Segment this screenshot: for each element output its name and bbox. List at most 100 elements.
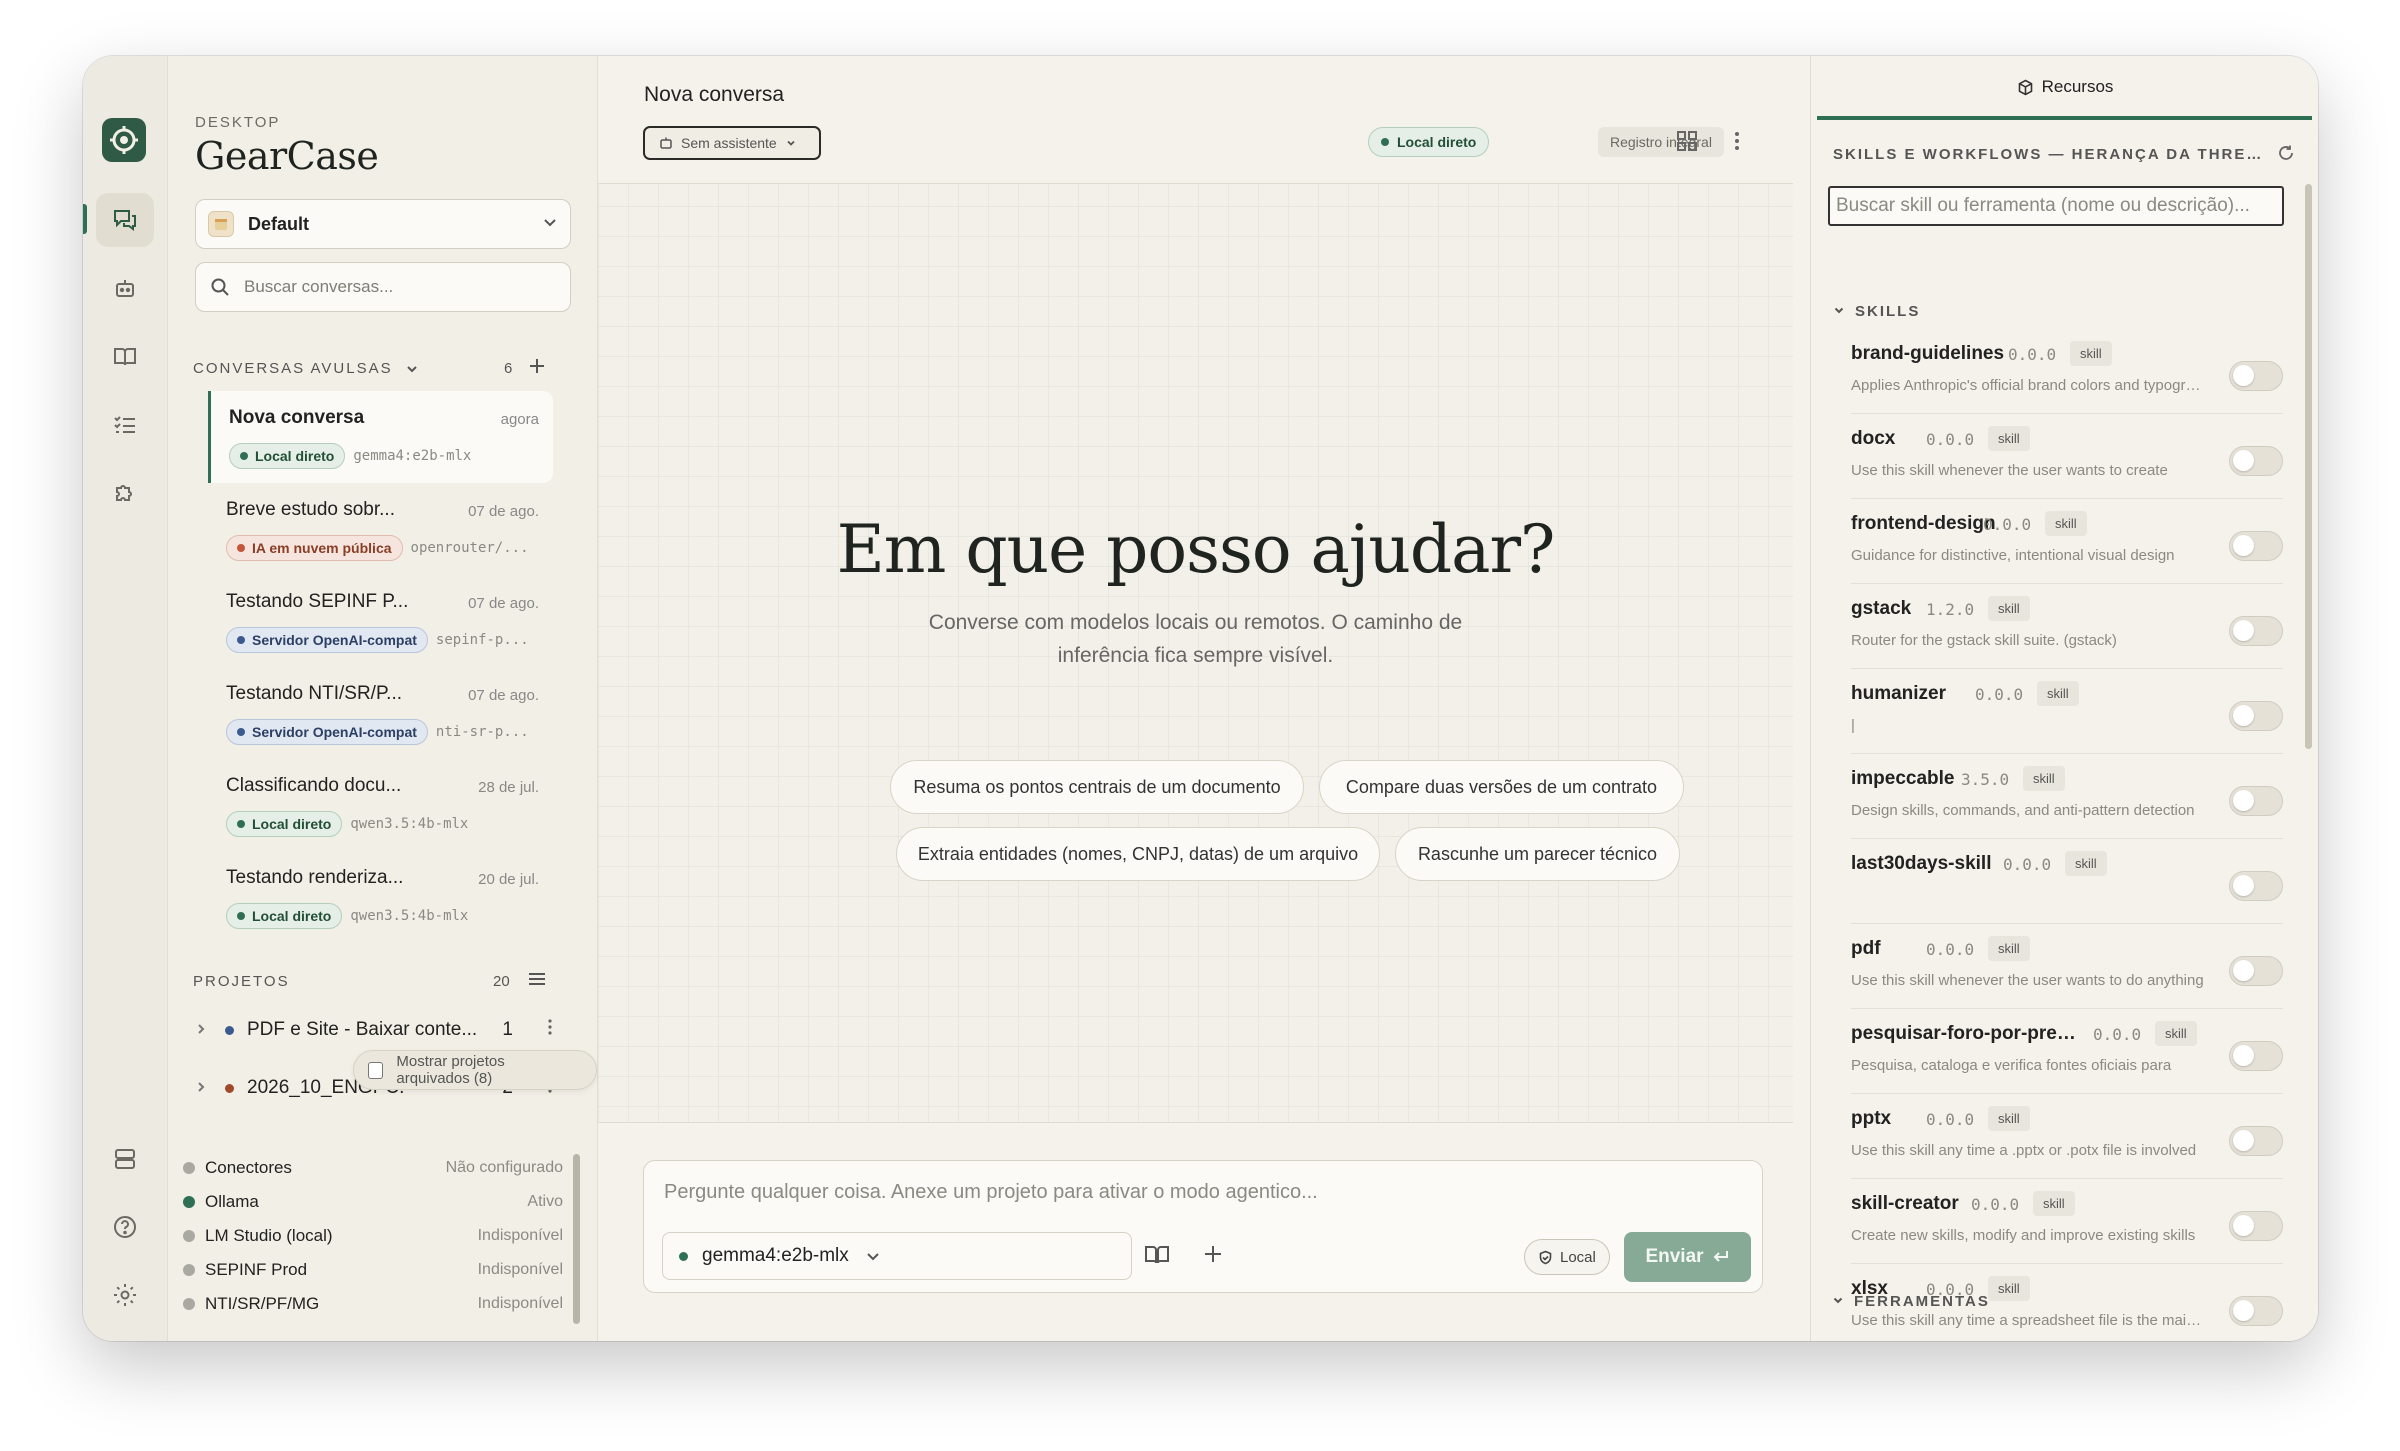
provider-row[interactable]: NTI/SR/PF/MG Indisponível <box>183 1287 563 1321</box>
provider-row[interactable]: LM Studio (local) Indisponível <box>183 1219 563 1253</box>
refresh-button[interactable] <box>2277 144 2295 167</box>
workspace-select[interactable]: Default <box>195 199 571 249</box>
skill-toggle[interactable] <box>2229 531 2283 561</box>
model-select-label: gemma4:e2b-mlx <box>702 1245 849 1266</box>
projects-list-button[interactable] <box>527 969 547 994</box>
skill-row[interactable]: gstack 1.2.0 skill Router for the gstack sk… <box>1851 584 2283 669</box>
inference-badge-label: IA em nuvem pública <box>252 540 392 556</box>
assistant-select[interactable]: Sem assistente <box>643 126 821 160</box>
skill-name: humanizer <box>1851 683 1947 704</box>
chat-nav-button[interactable] <box>96 193 154 247</box>
skill-row[interactable]: humanizer 0.0.0 skill | <box>1851 669 2283 754</box>
conversations-heading[interactable]: CONVERSAS AVULSAS <box>193 360 419 377</box>
more-vertical-icon[interactable] <box>1734 130 1740 157</box>
skill-row[interactable]: impeccable 3.5.0 skill Design skills, comma… <box>1851 754 2283 839</box>
settings-nav-button[interactable] <box>96 1268 154 1322</box>
skill-row[interactable]: docx 0.0.0 skill Use this skill whenever th… <box>1851 414 2283 499</box>
skill-toggle[interactable] <box>2229 1041 2283 1071</box>
plugins-nav-button[interactable] <box>96 466 154 520</box>
hero-subtitle: Converse com modelos locais ou remotos. … <box>598 606 1793 672</box>
conversation-item[interactable]: Testando SEPINF P... 07 de ago. Servidor O… <box>208 575 553 667</box>
skill-tag: skill <box>2023 766 2065 791</box>
show-archived-toggle[interactable]: Mostrar projetos arquivados (8) <box>353 1050 597 1090</box>
tasks-nav-button[interactable] <box>96 398 154 452</box>
chevron-down-icon <box>1832 1294 1844 1309</box>
skill-row[interactable]: skill-creator 0.0.0 skill Create new skills… <box>1851 1179 2283 1264</box>
suggestion-chip[interactable]: Rascunhe um parecer técnico <box>1395 827 1680 881</box>
provider-row[interactable]: SEPINF Prod Indisponível <box>183 1253 563 1287</box>
provider-row[interactable]: Conectores Não configurado <box>183 1151 563 1185</box>
provider-row[interactable]: Ollama Ativo <box>183 1185 563 1219</box>
skill-toggle[interactable] <box>2229 1211 2283 1241</box>
skill-toggle[interactable] <box>2229 1296 2283 1326</box>
skill-row[interactable]: pdf 0.0.0 skill Use this skill whenever the… <box>1851 924 2283 1009</box>
skill-toggle[interactable] <box>2229 361 2283 391</box>
skill-toggle[interactable] <box>2229 701 2283 731</box>
skill-name: pptx <box>1851 1108 1892 1129</box>
skill-version: 0.0.0 <box>1926 430 1975 449</box>
show-archived-label: Mostrar projetos arquivados (8) <box>396 1053 505 1087</box>
library-nav-button[interactable] <box>96 330 154 384</box>
skill-row[interactable]: pptx 0.0.0 skill Use this skill any time a … <box>1851 1094 2283 1179</box>
skill-toggle[interactable] <box>2229 871 2283 901</box>
projects-count: 20 <box>493 973 510 990</box>
conversation-item[interactable]: Nova conversa agora Local direto gemma4:e2b… <box>208 391 553 483</box>
skill-search-input[interactable]: Buscar skill ou ferramenta (nome ou desc… <box>1828 186 2284 226</box>
grid-view-icon[interactable] <box>1676 130 1698 157</box>
registry-badge[interactable]: Registro integral <box>1598 127 1724 157</box>
tab-resources[interactable]: Recursos <box>1811 56 2318 118</box>
chevron-down-icon <box>787 140 795 146</box>
new-conversation-button[interactable] <box>527 356 547 381</box>
skill-row[interactable]: last30days-skill 0.0.0 skill <box>1851 839 2283 924</box>
skill-row[interactable]: pesquisar-foro-por-prerr... 0.0.0 skill Pes… <box>1851 1009 2283 1094</box>
skill-tag: skill <box>1988 936 2030 961</box>
conversation-item[interactable]: Testando NTI/SR/P... 07 de ago. Servidor O… <box>208 667 553 759</box>
provider-list: Conectores Não configurado Ollama Ativo LM S… <box>183 1151 563 1321</box>
conversation-item-meta: Local direto gemma4:e2b-mlx <box>229 443 539 469</box>
skill-toggle[interactable] <box>2229 616 2283 646</box>
resources-scrollbar[interactable] <box>2305 184 2312 749</box>
conversation-search-input[interactable]: Buscar conversas... <box>195 262 571 312</box>
model-select[interactable]: gemma4:e2b-mlx <box>662 1232 1132 1280</box>
conversation-item-time: 07 de ago. <box>468 687 539 704</box>
database-icon <box>115 1149 135 1169</box>
hero-subtitle-line-2: inferência fica sempre visível. <box>1057 644 1334 667</box>
robot-icon <box>660 137 672 149</box>
skill-row[interactable]: frontend-design 0.0.0 skill Guidance for di… <box>1851 499 2283 584</box>
skill-row[interactable]: brand-guidelines 0.0.0 skill Applies Anthro… <box>1851 329 2283 414</box>
skill-toggle[interactable] <box>2229 786 2283 816</box>
conversation-item-time: 28 de jul. <box>478 779 539 796</box>
send-button[interactable]: Enviar <box>1624 1232 1751 1282</box>
conversation-item[interactable]: Classificando docu... 28 de jul. Local dir… <box>208 759 553 851</box>
app-logo-icon <box>102 118 146 162</box>
skill-version: 0.0.0 <box>1926 1110 1975 1129</box>
conversation-item[interactable]: Breve estudo sobr... 07 de ago. IA em nuve… <box>208 483 553 575</box>
hero-title: Em que posso ajudar? <box>836 511 1556 588</box>
skill-toggle[interactable] <box>2229 956 2283 986</box>
checkbox[interactable] <box>368 1061 384 1079</box>
tools-section-header[interactable]: FERRAMENTAS <box>1832 1293 1990 1310</box>
provider-status: Não configurado <box>445 1159 563 1176</box>
provider-status: Indisponível <box>477 1295 563 1312</box>
skill-toggle[interactable] <box>2229 1126 2283 1156</box>
conversation-item-meta: IA em nuvem pública openrouter/... <box>226 535 539 561</box>
chevron-right-icon <box>195 1080 217 1096</box>
skills-section-header[interactable]: SKILLS <box>1833 303 1920 320</box>
provider-scrollbar[interactable] <box>573 1154 580 1324</box>
attach-library-button[interactable] <box>1144 1243 1170 1272</box>
conversation-item[interactable]: Testando renderiza... 20 de jul. Local dir… <box>208 851 553 943</box>
project-row[interactable]: PDF e Site - Baixar conte... 1 <box>195 1010 575 1050</box>
storage-nav-button[interactable] <box>96 1132 154 1186</box>
app-kicker: DESKTOP <box>195 114 281 131</box>
message-input[interactable]: Pergunte qualquer coisa. Anexe um projet… <box>664 1181 1318 1204</box>
suggestion-chip[interactable]: Compare duas versões de um contrato <box>1319 760 1684 814</box>
skill-toggle[interactable] <box>2229 446 2283 476</box>
agents-nav-button[interactable] <box>96 262 154 316</box>
more-vertical-icon[interactable] <box>547 1018 553 1042</box>
local-mode-pill[interactable]: Local <box>1524 1239 1610 1275</box>
add-attachment-button[interactable] <box>1202 1243 1224 1270</box>
suggestion-chip[interactable]: Extraia entidades (nomes, CNPJ, datas) d… <box>896 827 1380 881</box>
conversation-list: Nova conversa agora Local direto gemma4:e2b… <box>208 391 553 943</box>
help-nav-button[interactable] <box>96 1200 154 1254</box>
suggestion-chip[interactable]: Resuma os pontos centrais de um document… <box>890 760 1304 814</box>
